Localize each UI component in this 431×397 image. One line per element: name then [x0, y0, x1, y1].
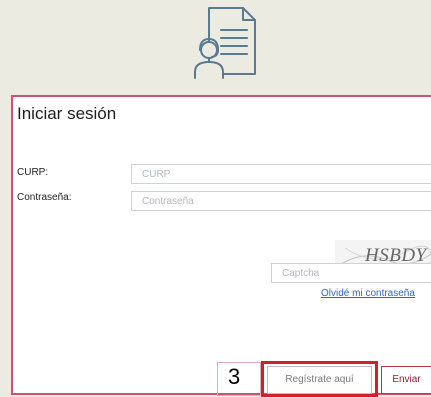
login-title: Iniciar sesión: [17, 104, 117, 123]
user-document-icon: [191, 4, 263, 82]
send-button[interactable]: Enviar: [381, 366, 431, 394]
forgot-password-link[interactable]: Olvidé mi contraseña: [321, 288, 415, 299]
password-input[interactable]: Contraseña: [131, 191, 431, 211]
curp-input[interactable]: CURP: [131, 164, 431, 184]
captcha-input[interactable]: Captcha: [271, 263, 431, 283]
curp-label: CURP:: [17, 167, 49, 178]
register-highlight-box: [261, 361, 378, 397]
password-label: Contraseña:: [17, 192, 72, 203]
step-number: 3: [228, 364, 241, 389]
